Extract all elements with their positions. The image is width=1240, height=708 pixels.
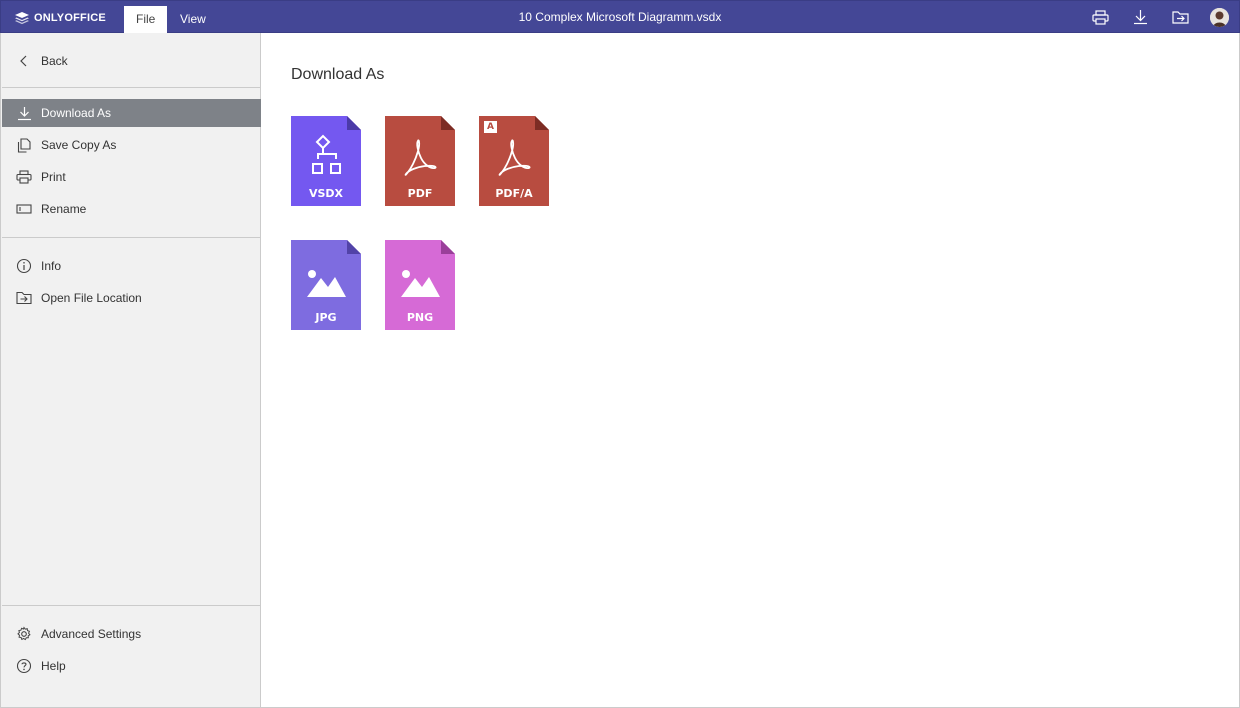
format-label: VSDX bbox=[308, 187, 344, 200]
sidebar-item-open-file-location[interactable]: Open File Location bbox=[2, 284, 261, 312]
sidebar-item-rename[interactable]: Rename bbox=[2, 195, 261, 223]
folder-arrow-icon bbox=[15, 289, 33, 307]
sidebar-item-download-as[interactable]: Download As bbox=[2, 99, 261, 127]
sidebar-item-save-copy-as[interactable]: Save Copy As bbox=[2, 131, 261, 159]
divider bbox=[2, 237, 261, 238]
download-icon bbox=[15, 104, 33, 122]
sidebar-item-label: Save Copy As bbox=[41, 138, 117, 152]
info-icon bbox=[15, 257, 33, 275]
pdfa-badge: A bbox=[487, 122, 494, 132]
back-button[interactable]: Back bbox=[2, 47, 261, 75]
divider bbox=[2, 87, 261, 88]
format-label: PDF/A bbox=[495, 187, 533, 200]
sidebar-item-info[interactable]: Info bbox=[2, 252, 261, 280]
gear-icon bbox=[15, 625, 33, 643]
help-icon bbox=[15, 657, 33, 675]
sidebar-item-label: Advanced Settings bbox=[41, 627, 142, 641]
format-pdf-button[interactable]: PDF bbox=[385, 116, 455, 206]
sidebar-item-label: Download As bbox=[41, 106, 112, 120]
print-icon[interactable] bbox=[1091, 8, 1109, 26]
logo-text: ONLYOFFICE bbox=[34, 12, 106, 24]
format-pdfa-button[interactable]: A PDF/A bbox=[479, 116, 549, 206]
print-icon bbox=[15, 168, 33, 186]
back-label: Back bbox=[41, 54, 68, 68]
chevron-left-icon bbox=[15, 52, 33, 70]
download-icon[interactable] bbox=[1131, 8, 1149, 26]
copy-icon bbox=[15, 136, 33, 154]
layers-logo-icon bbox=[15, 12, 29, 25]
format-vsdx-button[interactable]: VSDX bbox=[291, 116, 361, 206]
sidebar-item-label: Rename bbox=[41, 202, 87, 216]
sidebar-item-print[interactable]: Print bbox=[2, 163, 261, 191]
user-avatar[interactable] bbox=[1210, 8, 1229, 27]
tab-file[interactable]: File bbox=[124, 6, 168, 34]
title-bar: ONLYOFFICE File View 10 Complex Microsof… bbox=[0, 0, 1240, 34]
format-png-button[interactable]: PNG bbox=[385, 240, 455, 330]
sidebar-item-label: Open File Location bbox=[41, 291, 142, 305]
sidebar-item-advanced-settings[interactable]: Advanced Settings bbox=[2, 620, 261, 648]
page-title: Download As bbox=[291, 66, 385, 83]
open-location-icon[interactable] bbox=[1171, 8, 1189, 26]
format-label: PNG bbox=[406, 311, 434, 324]
sidebar-item-label: Info bbox=[41, 259, 62, 273]
file-menu-sidebar: Back Download As Save Copy As Print Rena… bbox=[0, 33, 261, 708]
rename-icon bbox=[15, 200, 33, 218]
format-label: JPG bbox=[315, 311, 337, 324]
format-label: PDF bbox=[407, 187, 433, 200]
tab-view[interactable]: View bbox=[168, 6, 218, 34]
divider bbox=[2, 605, 261, 606]
format-jpg-button[interactable]: JPG bbox=[291, 240, 361, 330]
sidebar-item-help[interactable]: Help bbox=[2, 652, 261, 680]
sidebar-item-label: Print bbox=[41, 170, 66, 184]
download-as-panel: Download As VSDX PDF A PDF/A JPG PNG bbox=[261, 33, 1240, 708]
onlyoffice-logo: ONLYOFFICE bbox=[14, 10, 106, 26]
sidebar-item-label: Help bbox=[41, 659, 66, 673]
